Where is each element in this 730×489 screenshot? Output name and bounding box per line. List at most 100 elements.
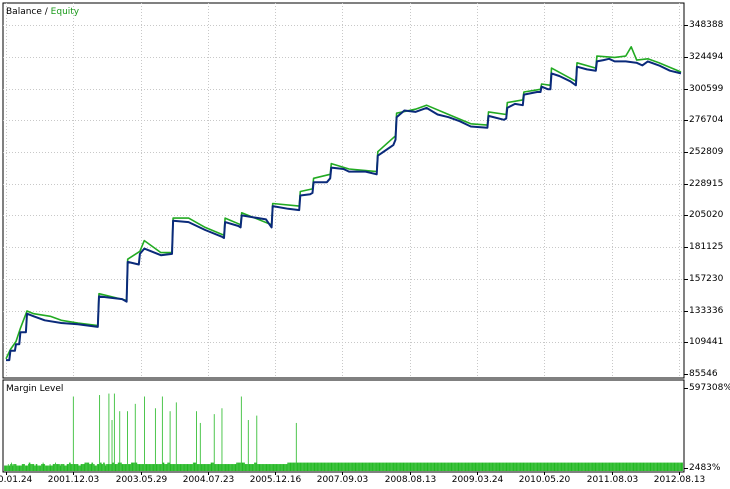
margin-bar — [7, 464, 9, 471]
margin-bar — [181, 464, 183, 471]
margin-bar — [430, 462, 432, 471]
margin-bar — [189, 464, 191, 471]
y-tick-label: 252809 — [689, 146, 724, 157]
margin-bar — [267, 464, 269, 471]
margin-bar — [341, 462, 343, 471]
margin-bar — [28, 462, 30, 471]
margin-bar — [659, 462, 660, 471]
margin-bar — [154, 408, 156, 471]
margin-bar — [262, 464, 264, 471]
y-tick-label: 133336 — [689, 305, 724, 316]
margin-bar — [583, 462, 585, 471]
margin-bar — [508, 462, 509, 471]
margin-bar — [651, 462, 653, 471]
margin-bar — [295, 462, 296, 471]
margin-bar — [520, 462, 522, 471]
margin-bar — [363, 462, 365, 471]
margin-bar — [122, 464, 124, 471]
margin-bar — [353, 462, 355, 471]
margin-bar — [53, 464, 55, 471]
margin-bar — [45, 465, 47, 471]
y-tick-label: 276704 — [689, 114, 724, 125]
margin-bar — [525, 462, 526, 471]
margin-bar — [261, 464, 263, 471]
margin-bar — [7, 465, 8, 471]
margin-bar — [22, 464, 24, 471]
margin-bar — [663, 462, 665, 471]
margin-bar — [381, 462, 382, 471]
margin-bar — [590, 462, 592, 471]
margin-bar — [63, 464, 65, 471]
margin-tick-label: 2483% — [689, 463, 721, 473]
margin-bar — [166, 464, 168, 471]
margin-bar — [420, 462, 422, 471]
margin-bar — [89, 464, 91, 471]
margin-bar — [352, 462, 354, 471]
margin-bar — [315, 462, 317, 471]
margin-bar — [446, 462, 447, 471]
margin-bar — [57, 464, 59, 471]
margin-bar — [407, 462, 409, 471]
margin-bar — [14, 464, 16, 471]
margin-bar — [441, 462, 443, 471]
margin-bar — [296, 462, 298, 471]
margin-bar — [73, 464, 75, 471]
margin-bar — [270, 464, 272, 471]
margin-bar — [568, 462, 570, 471]
margin-bar — [123, 464, 125, 471]
margin-bar — [55, 462, 56, 471]
margin-bar — [495, 462, 497, 471]
margin-bar — [152, 464, 154, 471]
margin-bar — [39, 465, 41, 471]
margin-bar — [145, 464, 147, 471]
margin-bar — [672, 462, 674, 471]
margin-bar — [261, 464, 262, 471]
margin-bar — [417, 462, 419, 471]
margin-bar — [16, 465, 18, 471]
margin-bar — [532, 462, 533, 471]
margin-bar — [614, 462, 616, 471]
margin-bar — [370, 462, 372, 471]
margin-bar — [134, 462, 135, 471]
margin-bar — [473, 462, 475, 471]
margin-bar — [38, 465, 40, 471]
margin-bar — [538, 462, 540, 471]
margin-bar — [124, 464, 126, 471]
margin-bar — [237, 462, 239, 471]
margin-bar — [356, 462, 358, 471]
margin-bar — [271, 464, 273, 471]
margin-bar — [350, 462, 351, 471]
margin-bar — [337, 462, 339, 471]
margin-bar — [586, 462, 588, 471]
margin-bar — [204, 464, 206, 471]
margin-bar — [649, 462, 651, 471]
margin-bar — [422, 462, 424, 471]
margin-bar — [507, 462, 509, 471]
margin-bar — [158, 464, 159, 471]
margin-bar — [121, 464, 123, 471]
margin-bar — [513, 462, 515, 471]
margin-bar — [228, 464, 230, 471]
margin-bar — [512, 462, 514, 471]
margin-bar — [434, 462, 436, 471]
margin-bar — [331, 462, 333, 471]
margin-bar — [103, 462, 104, 471]
margin-bar — [189, 464, 190, 471]
margin-bar — [585, 462, 587, 471]
margin-bar — [588, 462, 590, 471]
margin-bar — [594, 462, 596, 471]
margin-bar — [4, 465, 6, 471]
margin-bar — [532, 462, 534, 471]
margin-bar — [219, 464, 221, 471]
margin-bar — [199, 422, 201, 471]
margin-bar — [376, 462, 378, 471]
margin-bar — [31, 464, 32, 471]
margin-bar — [183, 464, 185, 471]
margin-bar — [456, 462, 457, 471]
margin-bar — [281, 464, 283, 471]
margin-bar — [241, 462, 243, 471]
margin-bar — [387, 462, 389, 471]
margin-bar — [64, 465, 66, 471]
margin-bar — [566, 462, 568, 471]
margin-bar — [45, 465, 46, 471]
